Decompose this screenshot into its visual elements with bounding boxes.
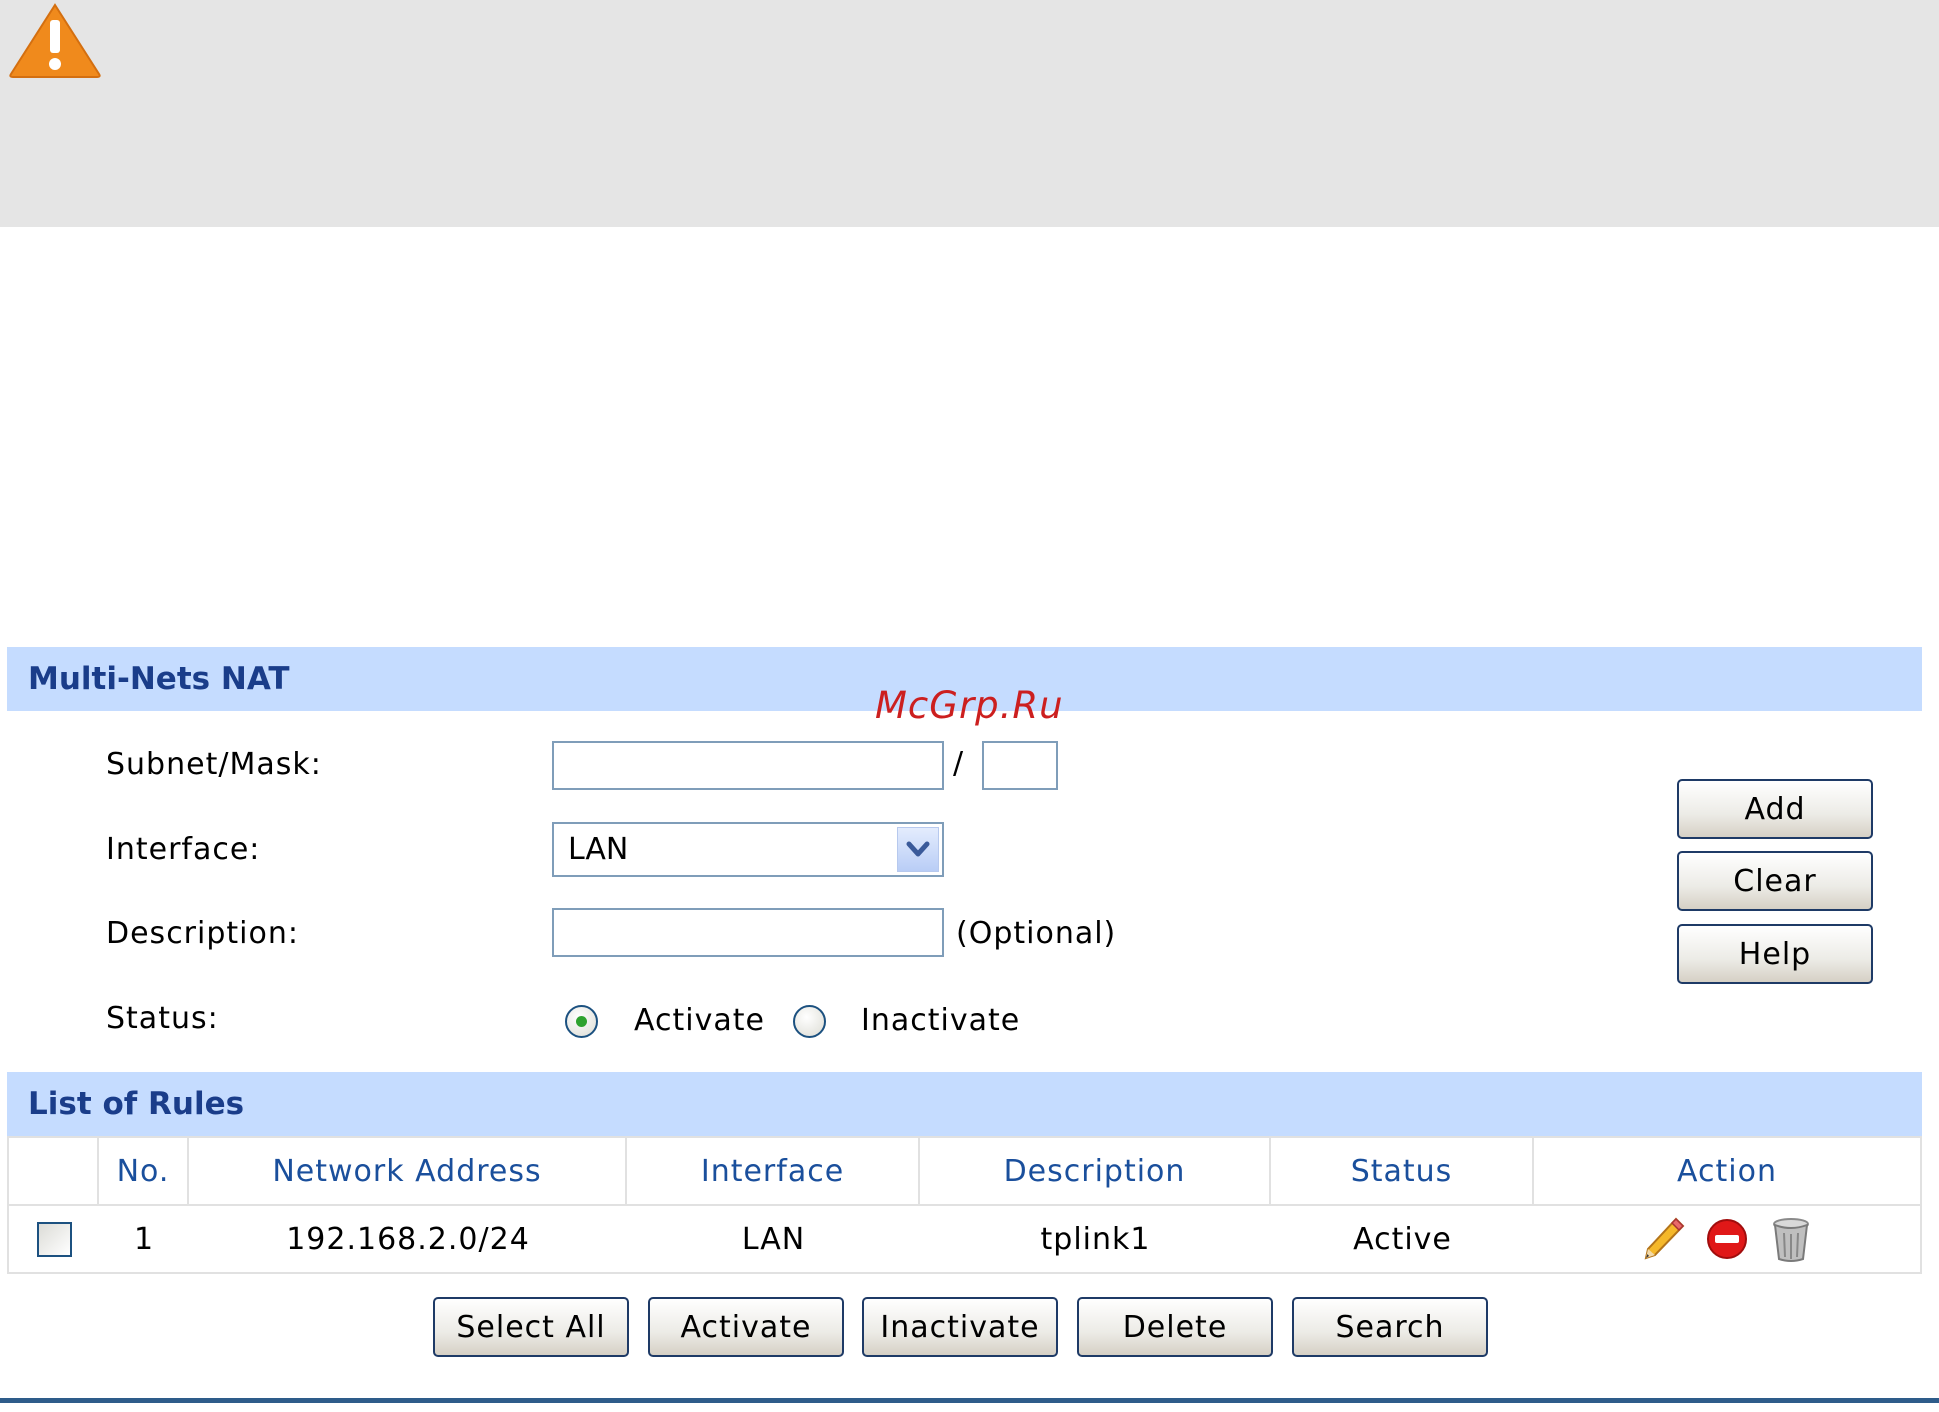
- header-checkbox-column: [9, 1138, 99, 1204]
- delete-button[interactable]: Delete: [1077, 1297, 1273, 1357]
- column-header-network-address: Network Address: [189, 1138, 627, 1204]
- subnet-mask-label: Subnet/Mask:: [106, 747, 322, 782]
- row-interface: LAN: [741, 1221, 806, 1257]
- row-select-checkbox[interactable]: [36, 1221, 72, 1257]
- row-status: Active: [1353, 1221, 1452, 1257]
- warning-icon: [9, 3, 101, 78]
- bottom-divider: [0, 1398, 1939, 1403]
- status-label: Status:: [106, 1001, 219, 1036]
- status-inactivate-radio[interactable]: [793, 1005, 826, 1038]
- inactivate-button[interactable]: Inactivate: [862, 1297, 1058, 1357]
- row-description: tplink1: [1040, 1221, 1151, 1257]
- status-inactivate-label[interactable]: Inactivate: [861, 1003, 1020, 1038]
- row-checkbox-cell: [9, 1206, 99, 1272]
- column-header-description: Description: [920, 1138, 1271, 1204]
- watermark-text: McGrp.Ru: [875, 684, 1064, 727]
- disable-icon[interactable]: [1704, 1215, 1750, 1263]
- description-input[interactable]: [552, 908, 944, 957]
- status-activate-label[interactable]: Activate: [634, 1003, 765, 1038]
- edit-pencil-icon[interactable]: [1640, 1215, 1686, 1263]
- mask-input[interactable]: [982, 741, 1058, 790]
- status-activate-radio[interactable]: [565, 1005, 598, 1038]
- row-actions: [1534, 1206, 1920, 1272]
- column-header-action: Action: [1677, 1153, 1777, 1189]
- column-header-no: No.: [99, 1138, 189, 1204]
- interface-label: Interface:: [106, 832, 261, 867]
- help-button[interactable]: Help: [1677, 924, 1873, 984]
- warning-box: [0, 0, 1939, 227]
- row-no: 1: [133, 1221, 155, 1257]
- list-of-rules-header: List of Rules: [7, 1072, 1922, 1136]
- select-all-button[interactable]: Select All: [433, 1297, 629, 1357]
- interface-select-value: LAN: [568, 832, 629, 867]
- rules-table: No. Network Address Interface Descriptio…: [7, 1136, 1922, 1274]
- add-button[interactable]: Add: [1677, 779, 1873, 839]
- optional-hint: (Optional): [956, 916, 1117, 951]
- trash-icon[interactable]: [1768, 1215, 1814, 1263]
- mask-separator: /: [953, 746, 965, 781]
- table-row: 1 192.168.2.0/24 LAN tplink1 Active: [9, 1206, 1920, 1272]
- interface-select[interactable]: LAN: [552, 822, 944, 877]
- clear-button[interactable]: Clear: [1677, 851, 1873, 911]
- column-header-interface: Interface: [627, 1138, 920, 1204]
- activate-button[interactable]: Activate: [648, 1297, 844, 1357]
- radio-selected-dot: [576, 1016, 587, 1027]
- column-header-status: Status: [1271, 1138, 1534, 1204]
- search-button[interactable]: Search: [1292, 1297, 1488, 1357]
- table-header-row: No. Network Address Interface Descriptio…: [9, 1138, 1920, 1206]
- subnet-input[interactable]: [552, 741, 944, 790]
- row-network-address: 192.168.2.0/24: [286, 1221, 530, 1257]
- chevron-down-icon[interactable]: [897, 827, 939, 872]
- description-label: Description:: [106, 916, 299, 951]
